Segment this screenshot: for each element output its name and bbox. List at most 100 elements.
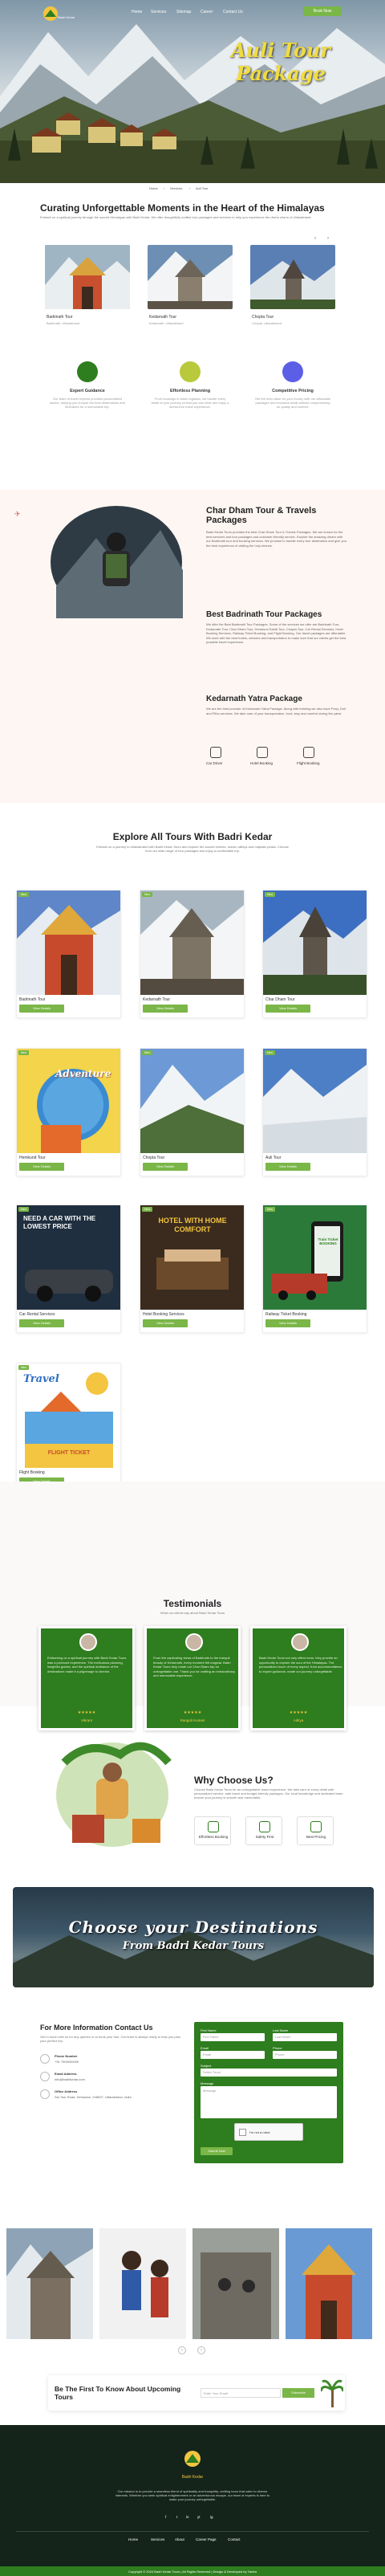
card-title[interactable]: Railway Ticket Booking [265,1312,306,1317]
footer-link-services[interactable]: Services [151,2537,164,2541]
card-title[interactable]: Flight Booking [19,1470,45,1475]
youtube-icon[interactable]: yt [197,2515,201,2519]
view-details-button[interactable]: View Details [19,1005,64,1013]
tour-card[interactable]: New Chopta Tour View Details [140,1048,245,1176]
message-textarea[interactable]: Message [201,2086,337,2118]
gallery-image[interactable] [99,2228,186,2339]
gallery-image[interactable] [192,2228,279,2339]
phone-number[interactable]: +91 7900000000 [55,2060,79,2064]
view-details-button[interactable]: View Details [19,1319,64,1327]
first-name-input[interactable]: First Name [201,2033,265,2041]
view-details-button[interactable]: View Details [265,1005,310,1013]
captcha-box[interactable]: I'm not a robot [234,2123,303,2141]
footer-link-home[interactable]: Home [128,2537,138,2541]
tour-card[interactable]: New Badrinath Tour View Details [16,890,121,1018]
captcha-checkbox[interactable] [239,2129,246,2136]
testimonial-name: Rangoli Kumari [180,1718,205,1722]
service-card[interactable]: Travel FLIGHT TICKET New Flight Booking … [16,1363,121,1491]
phone-input[interactable]: Phone [273,2051,337,2059]
card-title[interactable]: Chopta Tour [143,1156,164,1160]
view-details-button[interactable]: View Details [143,1005,188,1013]
tour-card[interactable]: New Auli Tour View Details [262,1048,367,1176]
nav-item-sitemap[interactable]: Sitemap [176,10,191,14]
linkedin-icon[interactable]: in [186,2515,189,2519]
nav-item-career[interactable]: Career [201,10,213,14]
tour-location: Kedarnath, Uttarakhand [149,321,184,325]
tour-name[interactable]: Badrinath Tour [47,315,72,320]
gallery-image[interactable] [286,2228,372,2339]
booking-icon [208,1821,219,1832]
avatar [291,1633,309,1651]
site-logo[interactable]: Badri Kedar [42,5,75,22]
tour-card[interactable]: Adventure New Hemkund Tour View Details [16,1048,121,1176]
card-title[interactable]: Hotel Booking Services [143,1312,184,1317]
carousel-prev-icon[interactable]: ‹ [314,229,316,243]
submit-button[interactable]: Submit Now [201,2147,233,2155]
card-badge: New [265,1050,276,1055]
card-title[interactable]: Badrinath Tour [19,997,45,1002]
feature-text: From bookings to travel logistics, we ha… [151,397,229,409]
subject-select[interactable]: Select Tours [201,2069,337,2077]
email-address[interactable]: info@badrikedar.com [55,2077,85,2081]
star-rating-icon: ★★★★★ [183,1710,202,1715]
banner-subtitle: From Badri Kedar Tours [122,1940,265,1952]
card-title[interactable]: Auli Tour [265,1156,281,1160]
card-badge: New [142,1207,153,1212]
gallery-image[interactable] [6,2228,93,2339]
service-card[interactable]: HOTEL WITH HOME COMFORT New Hotel Bookin… [140,1204,245,1333]
price-tag-icon [310,1821,322,1832]
service-card[interactable]: NEED A CAR WITH THE LOWEST PRICE New Car… [16,1204,121,1333]
tour-name[interactable]: Chopta Tour [252,315,274,320]
nav-item-contact[interactable]: Contact Us [223,10,243,14]
gallery-next-icon[interactable]: › [197,2346,205,2354]
footer-link-career[interactable]: Career Page [196,2537,217,2541]
tour-card[interactable]: New Char Dham Tour View Details [262,890,367,1018]
subscribe-email-input[interactable]: Enter Your Email [201,2388,281,2398]
chardham-section: ✈ Char Dham Tour & Travels Packages Badr… [0,490,385,803]
footer-link-about[interactable]: About [175,2537,184,2541]
traveler-illustration [56,1742,172,1847]
instagram-icon[interactable]: ig [210,2515,213,2519]
view-details-button[interactable]: View Details [143,1163,188,1171]
email-input[interactable]: Email [201,2051,265,2059]
card-title[interactable]: Char Dham Tour [265,997,295,1002]
email-label: Email [201,2046,209,2050]
card-title[interactable]: Car Rental Services [19,1312,55,1317]
twitter-icon[interactable]: t [176,2515,177,2519]
last-name-input[interactable]: Last Name [273,2033,337,2041]
breadcrumb-home[interactable]: Home [149,186,158,190]
tour-image-chopta[interactable] [250,245,335,309]
tour-image-kedarnath[interactable] [148,245,233,309]
tour-image-badrinath[interactable] [45,245,130,309]
view-details-button[interactable]: View Details [265,1163,310,1171]
view-details-button[interactable]: View Details [19,1163,64,1171]
facebook-icon[interactable]: f [165,2515,166,2519]
kedarnath-heading: Kedarnath Yatra Package [206,695,302,703]
tour-card[interactable]: New Kedarnath Tour View Details [140,890,245,1018]
testimonial-name: Aditya [293,1718,304,1722]
feature-title: Expert Guidance [70,389,105,393]
footer-logo[interactable] [176,2449,209,2473]
phone-label: Phone [273,2046,282,2050]
service-card[interactable]: Train Ticket BOOKING New Railway Ticket … [262,1204,367,1333]
traveler-photo [51,506,183,618]
tour-name[interactable]: Kedarnath Tour [149,315,176,320]
view-details-button[interactable]: View Details [265,1319,310,1327]
effortless-planning-icon [180,361,201,382]
card-title[interactable]: Kedarnath Tour [143,997,170,1002]
nav-item-services[interactable]: Services [151,10,166,14]
book-now-button[interactable]: Book Now [303,6,342,16]
hotel-overlay-text: HOTEL WITH HOME COMFORT [158,1217,227,1233]
carousel-next-icon[interactable]: › [327,229,329,243]
view-details-button[interactable]: View Details [143,1319,188,1327]
breadcrumb-services[interactable]: Services [170,186,182,190]
card-title[interactable]: Hemkund Tour [19,1156,45,1160]
footer-link-contact[interactable]: Contact [228,2537,241,2541]
subscribe-button[interactable]: Subscribe [282,2388,314,2398]
hero-banner: Badri Kedar Home Services Sitemap Career… [0,0,385,183]
card-badge: New [18,1365,30,1370]
gallery-prev-icon[interactable]: ‹ [178,2346,186,2354]
destinations-banner: Choose your Destinations From Badri Keda… [13,1887,374,1987]
nav-item-home[interactable]: Home [132,10,142,14]
contact-label: Phone Number [55,2054,78,2058]
